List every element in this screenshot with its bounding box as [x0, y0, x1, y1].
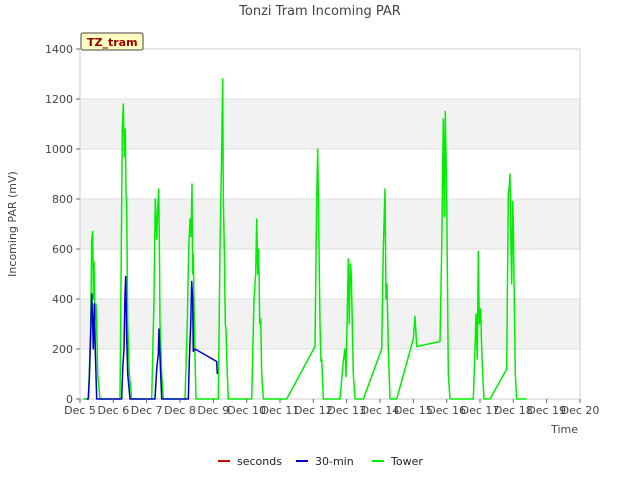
x-tick-label: Dec 5 — [64, 404, 96, 417]
legend-label-30-min: 30-min — [315, 455, 354, 468]
x-tick-label: Dec 6 — [97, 404, 129, 417]
plot-band — [80, 299, 580, 349]
chart: 0200400600800100012001400 Dec 5 Dec 6 Dec … — [0, 0, 640, 480]
station-badge: TZ_tram — [80, 32, 144, 51]
x-axis-label: Time — [550, 423, 578, 436]
y-axis-label: Incoming PAR (mV) — [6, 171, 19, 277]
y-tick-label: 200 — [52, 343, 73, 356]
legend: seconds 30-min Tower — [218, 455, 423, 468]
y-tick-label: 1400 — [45, 43, 73, 56]
y-tick-label: 1200 — [45, 93, 73, 106]
station-badge-label: TZ_tram — [87, 36, 138, 49]
x-tick-label: Dec 8 — [164, 404, 196, 417]
chart-title: Tonzi Tram Incoming PAR — [238, 4, 401, 19]
legend-label-tower: Tower — [390, 455, 423, 468]
plot-band — [80, 99, 580, 149]
legend-label-seconds: seconds — [237, 455, 282, 468]
y-tick-label: 800 — [52, 193, 73, 206]
y-tick-label: 600 — [52, 243, 73, 256]
y-tick-label: 1000 — [45, 143, 73, 156]
x-tick-label: Dec 7 — [131, 404, 163, 417]
y-tick-label: 400 — [52, 293, 73, 306]
x-tick-label: Dec 9 — [197, 404, 229, 417]
x-tick-label: Dec 20 — [561, 404, 600, 417]
